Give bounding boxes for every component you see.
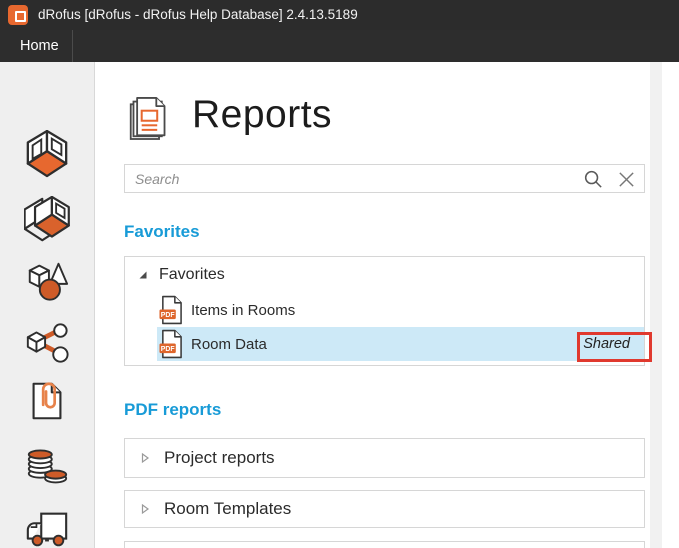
sidebar-item-systems[interactable] bbox=[24, 320, 70, 366]
window-title: dRofus [dRofus - dRofus Help Database] 2… bbox=[38, 0, 358, 30]
favorites-heading: Favorites bbox=[124, 222, 200, 242]
vertical-scrollbar[interactable] bbox=[650, 62, 662, 548]
search-icon[interactable] bbox=[583, 169, 604, 195]
pdf-reports-heading: PDF reports bbox=[124, 400, 221, 420]
svg-text:PDF: PDF bbox=[161, 312, 175, 319]
pdf-file-icon: PDF bbox=[159, 329, 183, 359]
group-label: Project reports bbox=[164, 448, 275, 468]
ribbon-divider bbox=[72, 30, 73, 62]
pdf-file-icon: PDF bbox=[159, 295, 183, 325]
sidebar-item-items[interactable] bbox=[24, 258, 70, 304]
favorites-panel: Favorites PDF Items in Rooms PDF Room Da… bbox=[124, 256, 645, 366]
page-title: Reports bbox=[192, 93, 332, 137]
svg-text:PDF: PDF bbox=[161, 346, 175, 353]
sidebar-item-logistics[interactable] bbox=[24, 506, 70, 548]
shared-status-badge: Shared bbox=[583, 336, 630, 352]
group-label: Room Templates bbox=[164, 499, 291, 519]
sidebar-item-room-function[interactable] bbox=[24, 196, 70, 242]
expander-collapsed-icon[interactable] bbox=[139, 503, 151, 515]
logistics-icon bbox=[24, 506, 70, 548]
clear-search-icon[interactable] bbox=[617, 170, 636, 194]
drofus-logo-icon bbox=[8, 5, 28, 25]
ribbon-bar: Home bbox=[0, 30, 679, 62]
systems-icon bbox=[24, 320, 70, 366]
sidebar-item-rooms[interactable] bbox=[24, 130, 70, 176]
expander-collapsed-icon[interactable] bbox=[139, 452, 151, 464]
search-input[interactable] bbox=[125, 165, 580, 192]
module-sidebar bbox=[0, 62, 95, 548]
tree-item-items-in-rooms[interactable]: PDF Items in Rooms bbox=[157, 293, 644, 327]
title-bar: dRofus [dRofus - dRofus Help Database] 2… bbox=[0, 0, 679, 30]
documents-icon bbox=[24, 378, 70, 424]
group-project-reports[interactable]: Project reports bbox=[124, 438, 645, 478]
rooms-icon bbox=[24, 130, 70, 178]
tree-item-label: Items in Rooms bbox=[191, 302, 295, 319]
sidebar-item-documents[interactable] bbox=[24, 378, 70, 424]
drofus-window: dRofus [dRofus - dRofus Help Database] 2… bbox=[0, 0, 679, 548]
tree-group-favorites[interactable]: Favorites bbox=[125, 257, 644, 293]
tree-group-label: Favorites bbox=[159, 266, 225, 284]
finance-icon bbox=[24, 442, 70, 488]
sidebar-item-finance[interactable] bbox=[24, 442, 70, 488]
room-function-icon bbox=[24, 196, 70, 244]
group-partial[interactable] bbox=[124, 541, 645, 548]
tree-item-label: Room Data bbox=[191, 336, 267, 353]
tab-home[interactable]: Home bbox=[20, 30, 59, 62]
tree-item-room-data[interactable]: PDF Room Data Shared bbox=[157, 327, 644, 361]
expander-expanded-icon[interactable] bbox=[137, 269, 149, 281]
items-icon bbox=[24, 258, 70, 304]
search-box bbox=[124, 164, 645, 193]
group-room-templates[interactable]: Room Templates bbox=[124, 490, 645, 528]
reports-page-icon bbox=[128, 94, 170, 147]
